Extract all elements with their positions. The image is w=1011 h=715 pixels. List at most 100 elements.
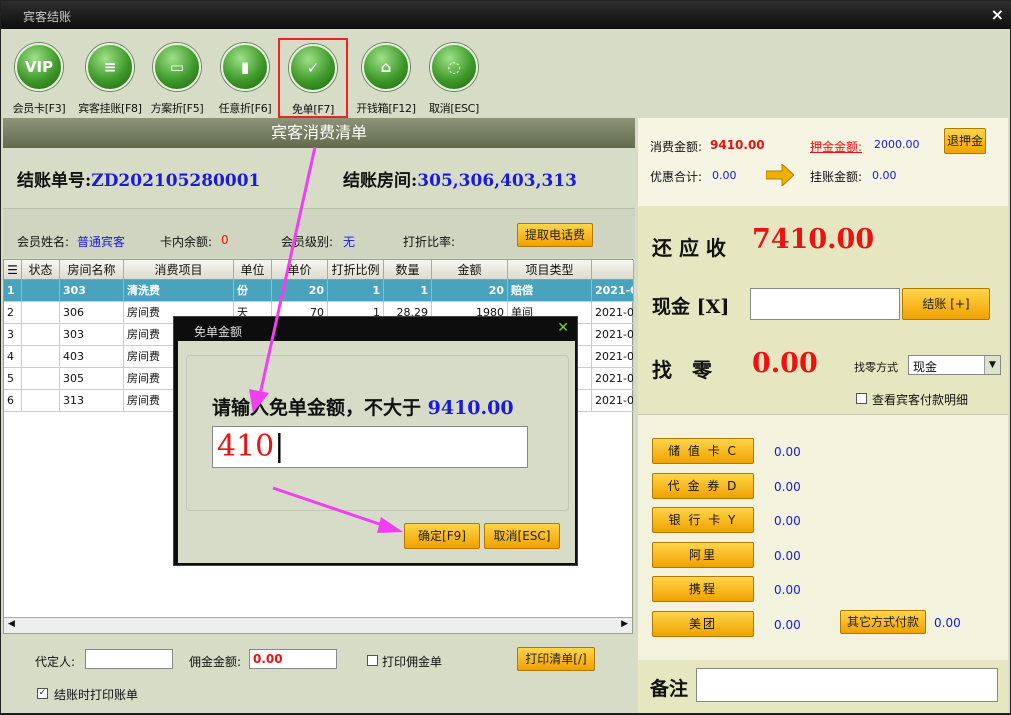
rooms-label: 结账房间:	[343, 171, 418, 191]
button-label: 方案折[F5]	[150, 102, 204, 115]
remark-input[interactable]	[696, 668, 998, 702]
toolbar: VIP 会员卡[F3] ≡ 宾客挂账[F8] ▭ 方案折[F5] ▮ 任意折[F6] ✓…	[3, 29, 1010, 118]
print-commission-checkbox[interactable]	[367, 655, 378, 666]
level-value: 无	[343, 235, 356, 249]
col-price[interactable]: 单价	[272, 260, 328, 280]
cell-date: 2021-04	[592, 346, 634, 368]
cash-input[interactable]	[750, 288, 900, 320]
change-method-label: 找零方式	[854, 361, 898, 374]
col-unit[interactable]: 单位	[234, 260, 272, 280]
credit-label: 挂账金额:	[810, 170, 863, 184]
cell-n: 2	[4, 302, 22, 324]
summary-area: 消费金额: 9410.00 押金金额: 2000.00 退押金 优惠合计: 0.…	[638, 118, 1008, 206]
discount-icon: ▮	[221, 43, 269, 91]
cell-status	[22, 390, 60, 412]
guest-credit-button[interactable]: ≡ 宾客挂账[F8]	[77, 39, 143, 115]
payment-button[interactable]: 银 行 卡 Y	[652, 507, 754, 533]
payment-button[interactable]: 美团	[652, 610, 754, 637]
prompt-max: 9410.00	[427, 397, 514, 419]
due-label: 还 应 收	[652, 236, 726, 260]
col-date[interactable]	[592, 260, 634, 280]
any-discount-button[interactable]: ▮ 任意折[F6]	[213, 39, 277, 115]
plan-discount-button[interactable]: ▭ 方案折[F5]	[145, 39, 209, 115]
consume-label: 消费金额:	[650, 140, 703, 154]
col-qty[interactable]: 数量	[384, 260, 432, 280]
scroll-left-icon[interactable]: ◀	[8, 619, 15, 629]
payment-area: 还 应 收 7410.00 现金 [X] 结账 [+] 找 零 0.00 找零方…	[638, 206, 1008, 414]
remark-label: 备注	[650, 678, 689, 700]
payment-button[interactable]: 携程	[652, 576, 754, 602]
button-label: 会员卡[F3]	[12, 102, 66, 115]
open-cash-drawer-button[interactable]: ⌂ 开钱箱[F12]	[353, 39, 419, 115]
change-label: 找 零	[652, 358, 712, 382]
discount-value: 0.00	[712, 169, 737, 182]
confirm-button[interactable]: 确定[F9]	[404, 523, 480, 549]
horizontal-scrollbar[interactable]: ◀ ▶	[4, 617, 632, 633]
cell-date: 2021-04	[592, 390, 634, 412]
panel-title: 宾客消费清单	[3, 118, 635, 148]
cell-type: 赔偿	[508, 280, 592, 302]
commission-input[interactable]: 0.00	[249, 649, 337, 669]
col-item[interactable]: 消费项目	[124, 260, 234, 280]
dialog-title: 免单金额	[194, 325, 243, 339]
bill-number: 结账单号:ZD202105280001	[17, 166, 260, 191]
free-amount-input[interactable]: 410|	[212, 426, 528, 468]
checkout-rooms: 结账房间:305,306,403,313	[343, 166, 577, 191]
payment-button[interactable]: 储 值 卡 C	[652, 438, 754, 464]
checkout-button[interactable]: 结账 [+]	[902, 288, 990, 320]
other-payment-value: 0.00	[934, 616, 961, 630]
print-list-button[interactable]: 打印清单[/]	[517, 647, 595, 671]
cancel-button[interactable]: ◌ 取消[ESC]	[421, 39, 487, 115]
col-amount[interactable]: 金额	[432, 260, 508, 280]
payment-button[interactable]: 代 金 券 D	[652, 472, 754, 499]
rooms-value: 305,306,403,313	[417, 171, 577, 191]
col-ratio[interactable]: 打折比例	[328, 260, 384, 280]
balance-label: 卡内余额:	[160, 235, 213, 249]
payment-value: 0.00	[774, 583, 801, 597]
bill-number-label: 结账单号:	[17, 171, 92, 191]
table-row[interactable]: 1 303 清洗费份 20 1 1 20 赔偿 2021-0	[4, 280, 634, 302]
cell-qty: 1	[384, 280, 432, 302]
free-bill-button[interactable]: ✓ 免单[F7]	[278, 38, 348, 118]
dialog-cancel-button[interactable]: 取消[ESC]	[484, 523, 560, 549]
view-payment-detail-checkbox[interactable]	[856, 393, 867, 404]
print-on-checkout-checkbox[interactable]: ✓	[37, 688, 48, 699]
payment-button[interactable]: 阿里	[652, 541, 754, 568]
prompt-text: 请输入免单金额，不大于	[212, 397, 422, 419]
col-room[interactable]: 房间名称	[60, 260, 124, 280]
vip-icon: VIP	[15, 43, 63, 91]
payment-value: 0.00	[774, 479, 801, 494]
discount-rate-label: 打折比率:	[403, 235, 456, 249]
booker-input[interactable]	[85, 649, 173, 669]
cell-room: 303	[60, 280, 124, 302]
dialog-prompt: 请输入免单金额，不大于 9410.00	[212, 393, 514, 420]
table-header: ☰ 状态 房间名称 消费项目 单位 单价 打折比例 数量 金额 项目类型	[4, 260, 634, 280]
free-bill-dialog: 免单金额 ✕ 请输入免单金额，不大于 9410.00 410| 确定[F9] 取…	[173, 316, 578, 566]
button-label: 宾客挂账[F8]	[78, 102, 142, 115]
change-method-select[interactable]: 现金 ▼	[908, 355, 1001, 375]
chevron-down-icon[interactable]: ▼	[984, 356, 1000, 374]
payment-value: 0.00	[774, 548, 801, 563]
settlement-panel: 消费金额: 9410.00 押金金额: 2000.00 退押金 优惠合计: 0.…	[638, 118, 1008, 713]
cell-date: 2021-04	[592, 302, 634, 324]
balance-value: 0	[221, 233, 229, 247]
payment-value: 0.00	[774, 514, 801, 528]
fetch-phone-fee-button[interactable]: 提取电话费	[517, 223, 593, 247]
vip-card-button[interactable]: VIP 会员卡[F3]	[7, 39, 71, 115]
button-label: 任意折[F6]	[218, 102, 272, 115]
payment-value: 0.00	[774, 617, 801, 632]
text-caret: |	[274, 429, 285, 464]
cell-n: 6	[4, 390, 22, 412]
dialog-close-icon[interactable]: ✕	[557, 320, 569, 336]
plan-icon: ▭	[153, 43, 201, 91]
close-icon[interactable]: ×	[991, 5, 1004, 24]
col-status[interactable]: 状态	[22, 260, 60, 280]
bill-info: 结账单号:ZD202105280001 结账房间:305,306,403,313	[3, 148, 635, 208]
cash-label: 现金 [X]	[652, 296, 730, 318]
col-type[interactable]: 项目类型	[508, 260, 592, 280]
cell-status	[22, 368, 60, 390]
other-payment-button[interactable]: 其它方式付款	[840, 610, 926, 634]
scroll-right-icon[interactable]: ▶	[621, 619, 628, 629]
refund-deposit-button[interactable]: 退押金	[944, 128, 986, 154]
change-method-value: 现金	[913, 360, 938, 374]
